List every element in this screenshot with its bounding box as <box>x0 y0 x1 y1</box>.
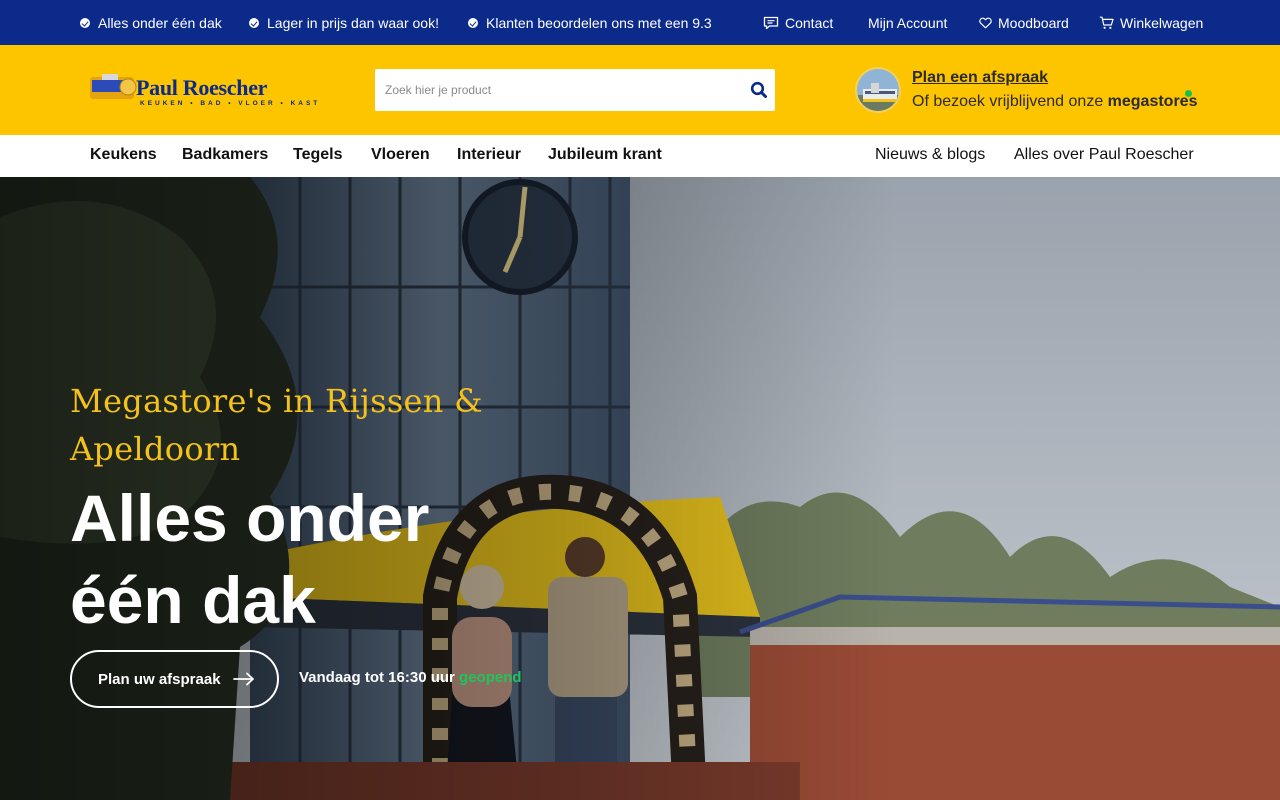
search-box <box>375 69 775 111</box>
usp-item: Klanten beoordelen ons met een 9.3 <box>468 0 712 45</box>
usp-item: Lager in prijs dan waar ook! <box>249 0 439 45</box>
logo-name: Paul Roescher <box>136 75 268 100</box>
check-icon <box>468 17 478 28</box>
nav-item-nieuws-blogs[interactable]: Nieuws & blogs <box>875 135 985 177</box>
cta-label: Plan uw afspraak <box>98 670 221 688</box>
nav-item-interieur[interactable]: Interieur <box>457 135 521 177</box>
usp-label: Klanten beoordelen ons met een 9.3 <box>486 14 712 31</box>
online-status-dot <box>1185 90 1192 97</box>
arrow-right-icon <box>232 672 254 686</box>
nav-item-tegels[interactable]: Tegels <box>293 135 343 177</box>
check-icon <box>80 17 90 28</box>
opening-hours: Vandaag tot 16:30 uur geopend <box>299 669 522 686</box>
hours-text: Vandaag tot 16:30 uur <box>299 669 460 686</box>
heart-icon <box>979 17 992 28</box>
search-icon[interactable] <box>749 80 769 100</box>
search-input[interactable] <box>375 69 735 111</box>
store-photo <box>855 67 901 113</box>
cart-icon <box>1099 16 1114 29</box>
cart-label: Winkelwagen <box>1120 14 1204 31</box>
chat-icon <box>763 16 779 29</box>
plan-appointment-button[interactable]: Plan uw afspraak <box>70 650 279 708</box>
hero-banner: Megastore's in Rijssen & Apeldoorn Alles… <box>0 177 1280 800</box>
usp-label: Alles onder één dak <box>98 14 222 31</box>
cart-link[interactable]: Winkelwagen <box>1099 0 1203 45</box>
visit-prefix: Of bezoek vrijblijvend onze <box>912 93 1108 110</box>
moodboard-label: Moodboard <box>998 14 1069 31</box>
nav-item-over-paul-roescher[interactable]: Alles over Paul Roescher <box>1014 135 1194 177</box>
logo-tagline: KEUKEN • BAD • VLOER • KAST <box>140 100 321 107</box>
jubileum-badge <box>90 74 137 99</box>
hero-subtitle: Megastore's in Rijssen & Apeldoorn <box>70 382 483 468</box>
usp-label: Lager in prijs dan waar ook! <box>267 14 439 31</box>
megastores-label: megastores <box>1107 93 1198 110</box>
nav-item-jubileum-krant[interactable]: Jubileum krant <box>548 135 662 177</box>
nav-item-keukens[interactable]: Keukens <box>90 135 157 177</box>
main-nav: Keukens Badkamers Tegels Vloeren Interie… <box>0 135 1280 177</box>
moodboard-link[interactable]: Moodboard <box>979 0 1069 45</box>
plan-appointment-link[interactable]: Plan een afspraak <box>912 69 1048 87</box>
logo[interactable]: Paul Roescher KEUKEN • BAD • VLOER • KAS… <box>88 69 317 111</box>
nav-item-badkamers[interactable]: Badkamers <box>182 135 268 177</box>
contact-label: Contact <box>785 14 834 31</box>
open-status: geopend <box>459 669 522 686</box>
account-label: Mijn Account <box>868 14 948 31</box>
usp-item: Alles onder één dak <box>80 0 222 45</box>
visit-megastores-text: Of bezoek vrijblijvend onze megastores <box>912 93 1197 111</box>
contact-link[interactable]: Contact <box>763 0 833 45</box>
nav-item-vloeren[interactable]: Vloeren <box>371 135 430 177</box>
site-header: Paul Roescher KEUKEN • BAD • VLOER • KAS… <box>0 45 1280 135</box>
check-icon <box>249 17 259 28</box>
account-link[interactable]: Mijn Account <box>868 0 947 45</box>
hero-title: Alles onder één dak <box>70 481 430 637</box>
topbar: Alles onder één dak Lager in prijs dan w… <box>0 0 1280 45</box>
